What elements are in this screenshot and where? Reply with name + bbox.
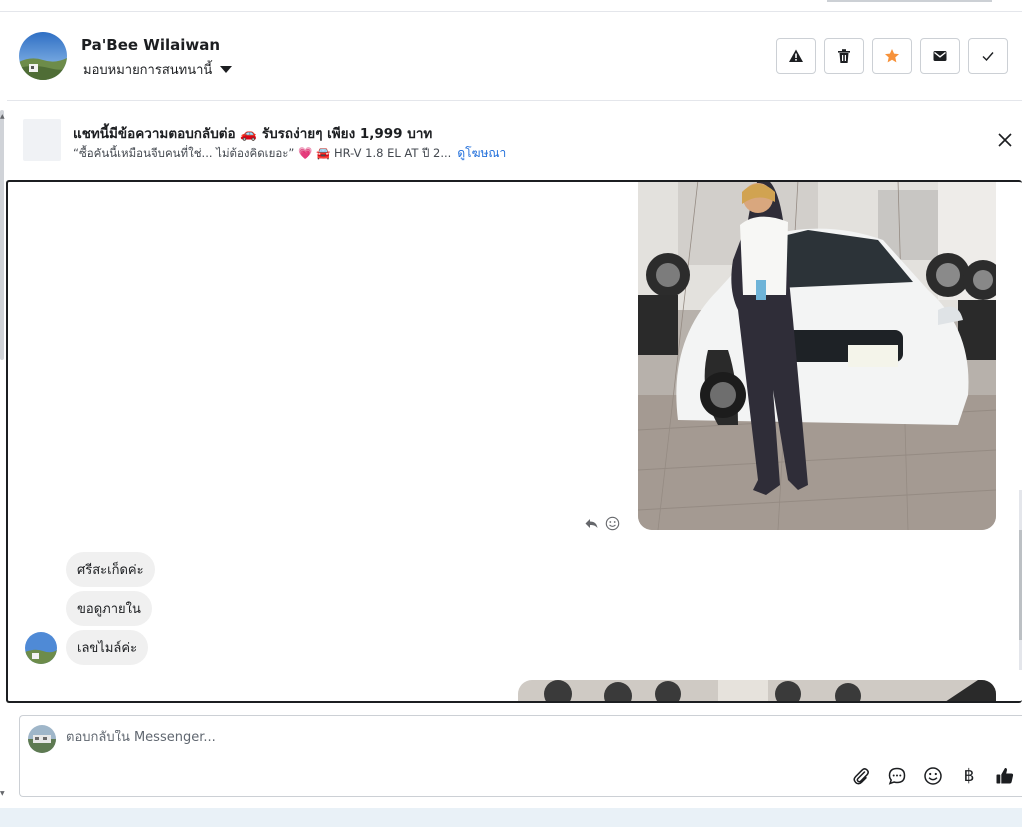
baht-icon: ฿: [963, 766, 975, 786]
star-icon: [885, 49, 899, 63]
sender-avatar[interactable]: [25, 632, 57, 664]
mark-done-button[interactable]: [968, 38, 1008, 74]
contact-name[interactable]: Pa'Bee Wilaiwan: [81, 36, 220, 54]
emoji-react-icon[interactable]: [605, 516, 620, 531]
bottom-status-band: [0, 808, 1022, 827]
paperclip-icon: [853, 768, 869, 785]
left-scrollbar[interactable]: [0, 110, 4, 360]
reply-icon[interactable]: [584, 516, 599, 531]
like-button[interactable]: [994, 765, 1016, 787]
page-avatar: [28, 725, 56, 753]
ad-context-banner: แชทนี้มีข้อความตอบกลับต่อ 🚗 รับรถง่ายๆ เ…: [7, 101, 1022, 181]
envelope-icon: [933, 51, 947, 61]
assign-label: มอบหมายการสนทนานี้: [83, 63, 213, 78]
smiley-icon: [924, 767, 942, 785]
assign-conversation-dropdown[interactable]: มอบหมายการสนทนานี้: [83, 59, 233, 80]
reply-composer: ฿: [19, 715, 1022, 797]
delete-button[interactable]: [824, 38, 864, 74]
ad-description: “ซื้อคันนี้เหมือนจีบคนที่ใช่... ไม่ต้องค…: [73, 146, 452, 160]
caret-down-icon: [220, 66, 233, 73]
sent-photo-car[interactable]: [638, 182, 996, 530]
warning-icon: [789, 49, 803, 62]
received-message-bubble[interactable]: ศรีสะเก็ดค่ะ: [66, 552, 155, 587]
message-thread[interactable]: ศรีสะเก็ดค่ะ ขอดูภายใน เลขไมล์ค่ะ: [6, 180, 1022, 703]
trash-icon: [838, 49, 850, 63]
reply-input[interactable]: [66, 730, 766, 745]
messenger-inbox-page: ▲ ▼ Pa'Bee Wilaiwan มอบหมายการสนทนานี้ แ…: [0, 0, 1022, 827]
attach-button[interactable]: [850, 765, 872, 787]
top-strip: [0, 0, 1022, 12]
scrollbar-thumb[interactable]: [827, 0, 992, 2]
thumbs-up-icon: [996, 767, 1014, 784]
report-button[interactable]: [776, 38, 816, 74]
mark-unread-button[interactable]: [920, 38, 960, 74]
star-button[interactable]: [872, 38, 912, 74]
payment-button[interactable]: ฿: [958, 765, 980, 787]
saved-replies-button[interactable]: [886, 765, 908, 787]
close-icon[interactable]: [996, 131, 1014, 149]
check-icon: [982, 52, 994, 62]
scroll-up-icon[interactable]: ▲: [0, 113, 5, 120]
ad-subtitle: “ซื้อคันนี้เหมือนจีบคนที่ใช่... ไม่ต้องค…: [73, 144, 506, 163]
ad-thumbnail[interactable]: [23, 119, 61, 161]
view-ad-link[interactable]: ดูโฆษณา: [457, 146, 506, 160]
ad-title: แชทนี้มีข้อความตอบกลับต่อ 🚗 รับรถง่ายๆ เ…: [73, 126, 433, 142]
received-message-bubble[interactable]: ขอดูภายใน: [66, 591, 152, 626]
conversation-header: Pa'Bee Wilaiwan มอบหมายการสนทนานี้: [7, 12, 1022, 101]
sent-photo-partial[interactable]: [518, 680, 996, 701]
contact-avatar[interactable]: [19, 32, 67, 80]
header-actions: [776, 38, 1008, 74]
message-tools: [584, 516, 620, 531]
emoji-button[interactable]: [922, 765, 944, 787]
chat-bubble-icon: [888, 767, 906, 785]
composer-tools: ฿: [850, 765, 1016, 787]
received-message-bubble[interactable]: เลขไมล์ค่ะ: [66, 630, 149, 665]
scroll-down-icon[interactable]: ▼: [0, 790, 5, 797]
